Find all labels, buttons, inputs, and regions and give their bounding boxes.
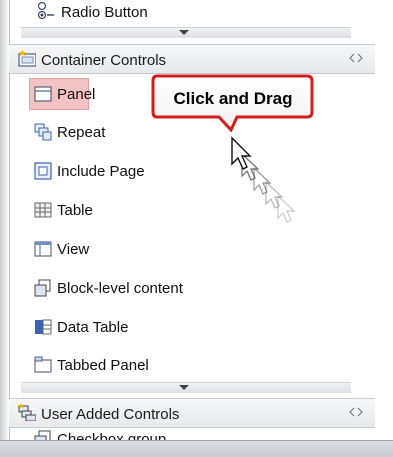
- panel-icon: [34, 86, 52, 102]
- checkbox-group-icon: [34, 430, 51, 440]
- palette-item-label: Data Table: [57, 319, 129, 336]
- palette-item-radio-button[interactable]: Radio Button: [9, 0, 375, 28]
- section-title: Container Controls: [41, 52, 167, 69]
- mouse-cursor-icon: [231, 136, 296, 223]
- scroll-down-strip[interactable]: [21, 382, 351, 393]
- radio-button-icon: [37, 2, 54, 20]
- bottom-status-bar: [0, 440, 393, 457]
- palette-item-label: Checkbox group: [57, 431, 167, 440]
- palette-item-label: View: [57, 241, 90, 258]
- click-and-drag-callout: Click and Drag: [151, 74, 314, 132]
- view-icon: [34, 241, 52, 257]
- palette-item-label: Radio Button: [61, 4, 148, 21]
- table-icon: [34, 202, 52, 218]
- palette-item-label: Repeat: [57, 124, 106, 141]
- palette-item-block-level-content[interactable]: Block-level content: [9, 274, 375, 302]
- chevron-down-icon: [179, 30, 189, 35]
- collapse-icon[interactable]: [349, 53, 363, 63]
- section-title: User Added Controls: [41, 406, 180, 423]
- repeat-icon: [34, 123, 52, 141]
- data-table-icon: [35, 319, 52, 335]
- palette-item-data-table[interactable]: Data Table: [9, 313, 375, 341]
- palette-item-label: Table: [57, 202, 93, 219]
- include-page-icon: [34, 162, 52, 180]
- palette-item-checkbox-group[interactable]: Checkbox group: [9, 427, 375, 440]
- block-content-icon: [34, 279, 51, 297]
- section-header-user-added-controls[interactable]: User Added Controls: [9, 398, 375, 428]
- collapse-icon[interactable]: [349, 407, 363, 417]
- container-folder-icon: [18, 49, 36, 67]
- drag-cursor-trail: [230, 134, 330, 254]
- palette-item-tabbed-panel[interactable]: Tabbed Panel: [9, 351, 375, 379]
- palette-item-label: Block-level content: [57, 280, 183, 297]
- tabbed-panel-icon: [34, 356, 52, 373]
- palette-item-label: Tabbed Panel: [57, 357, 149, 374]
- scroll-up-strip[interactable]: [21, 27, 351, 38]
- chevron-down-icon: [179, 385, 189, 390]
- user-controls-icon: [18, 403, 36, 421]
- section-header-container-controls[interactable]: Container Controls: [9, 44, 375, 74]
- callout-text: Click and Drag: [173, 89, 293, 108]
- palette-item-label: Include Page: [57, 163, 145, 180]
- palette-item-label: Panel: [57, 86, 96, 103]
